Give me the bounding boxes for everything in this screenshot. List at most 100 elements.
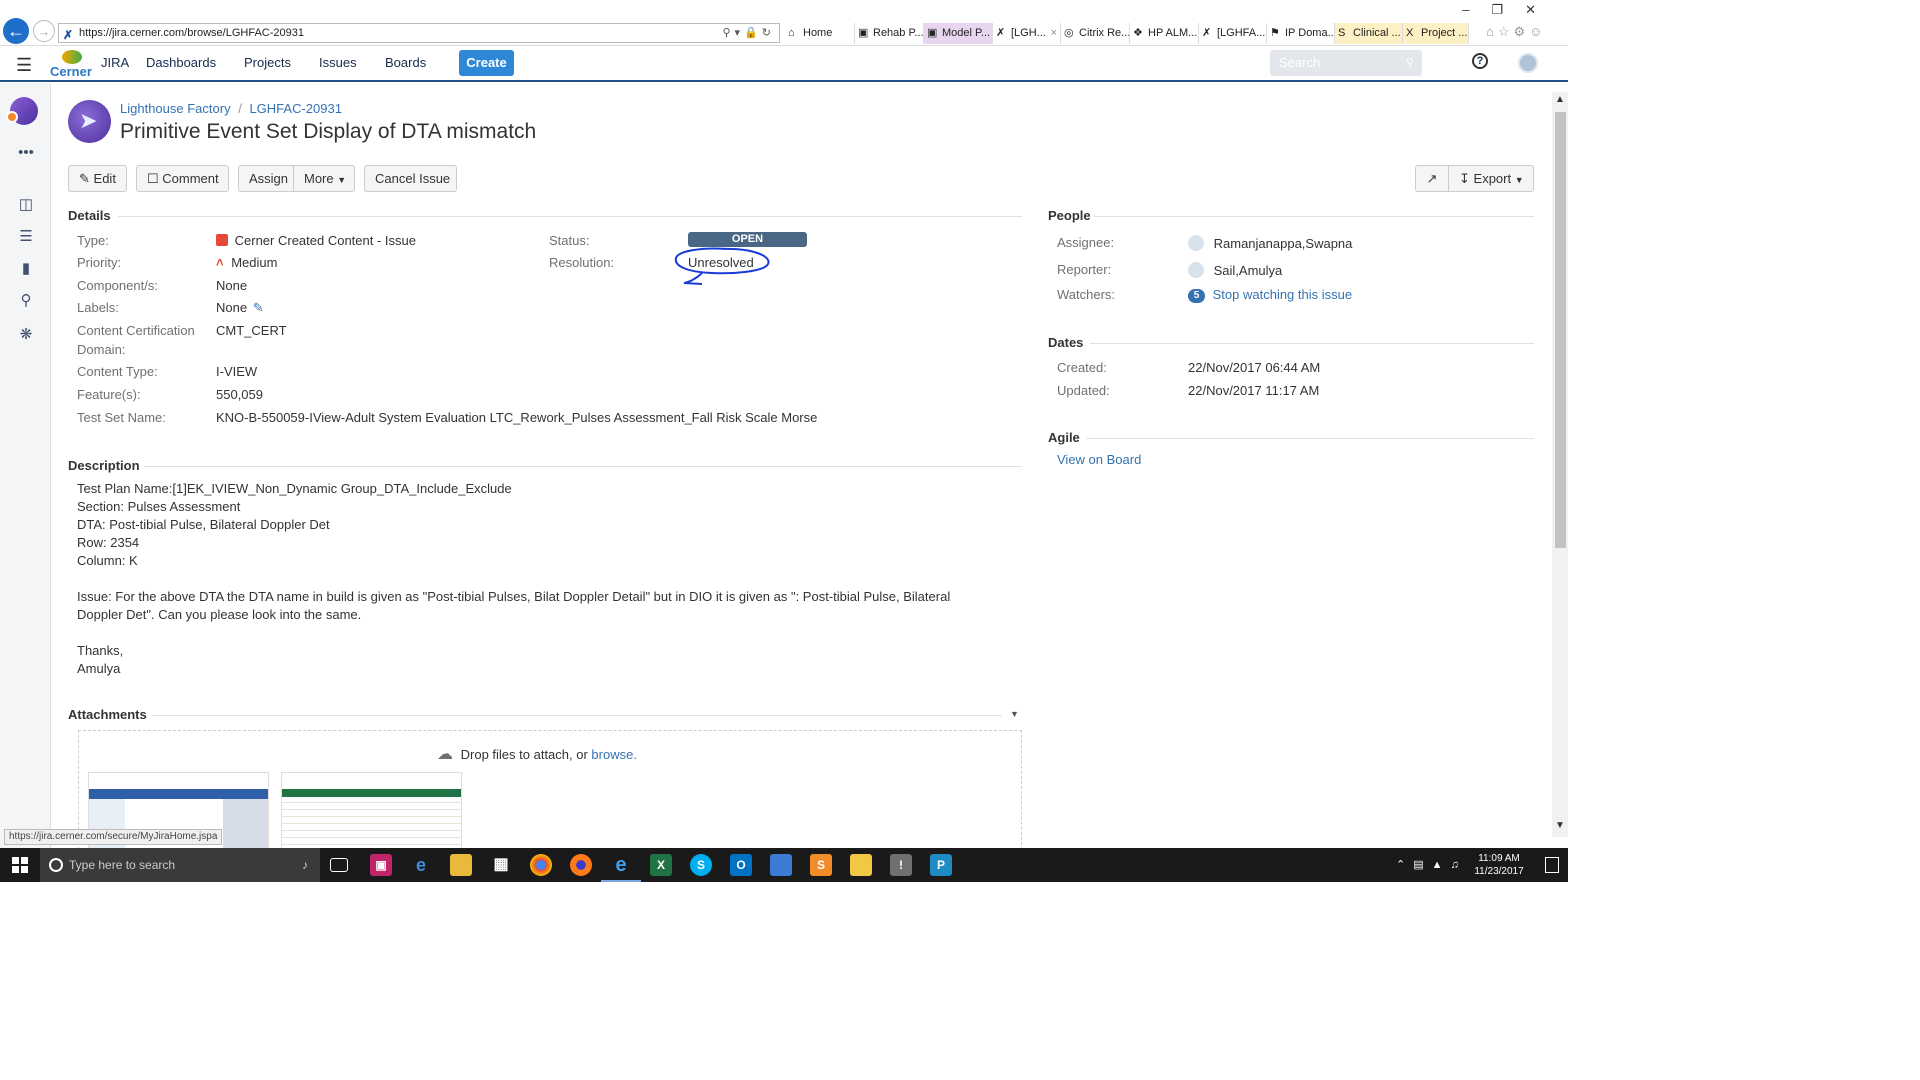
backlog-icon[interactable]: ☰ xyxy=(16,227,36,247)
browser-tab[interactable]: ❖ HP ALM... xyxy=(1130,23,1199,44)
scroll-up-icon[interactable]: ▲ xyxy=(1555,94,1565,105)
description-line: DTA: Post-tibial Pulse, Bilateral Dopple… xyxy=(77,517,330,532)
details-divider xyxy=(118,216,1022,217)
edit-button[interactable]: ✎ Edit xyxy=(68,165,127,192)
browser-tab[interactable]: ✗ [LGHFA... xyxy=(1199,23,1267,44)
hamburger-menu-icon[interactable]: ☰ xyxy=(16,55,32,76)
window-controls[interactable]: –❐✕ xyxy=(1462,2,1558,18)
skype-icon[interactable]: S xyxy=(690,854,712,876)
priority-value-text: Medium xyxy=(231,255,278,270)
reporter-value[interactable]: Sail,Amulya xyxy=(1188,262,1282,278)
browser-tab[interactable]: S Clinical ... xyxy=(1335,23,1403,44)
share-icon[interactable]: ↗ xyxy=(1415,165,1449,192)
browser-tab[interactable]: ◎ Citrix Re... xyxy=(1061,23,1130,44)
browser-tab[interactable]: ⚑ IP Doma... xyxy=(1267,23,1335,44)
export-button[interactable]: ↧ Export ▼ xyxy=(1448,165,1534,192)
microphone-icon[interactable]: ♪ xyxy=(302,848,308,882)
cerner-logo-text: Cerner xyxy=(50,64,92,79)
nav-boards[interactable]: Boards xyxy=(385,55,426,70)
browser-tab[interactable]: ⌂ Home xyxy=(785,23,855,44)
created-value: 22/Nov/2017 06:44 AM xyxy=(1188,360,1321,375)
nav-projects[interactable]: Projects xyxy=(244,55,291,70)
view-on-board-link[interactable]: View on Board xyxy=(1057,452,1141,467)
agile-heading: Agile xyxy=(1048,430,1080,445)
rehab-tab-icon: ▣ xyxy=(858,27,869,39)
test-set-label: Test Set Name: xyxy=(77,410,166,425)
edit-labels-icon[interactable]: ✎ xyxy=(253,300,264,315)
citrix-tab-icon: ◎ xyxy=(1064,27,1074,39)
home-tab-icon: ⌂ xyxy=(788,27,795,39)
page-scrollbar[interactable]: ▲ ▼ xyxy=(1552,92,1568,837)
taskbar-search-input[interactable]: Type here to search ♪ xyxy=(40,848,320,882)
browse-link[interactable]: browse. xyxy=(591,747,637,762)
onenote-icon[interactable]: ▣ xyxy=(370,854,392,876)
assignee-value[interactable]: Ramanjanappa,Swapna xyxy=(1188,235,1352,251)
comment-button[interactable]: ☐ Comment xyxy=(136,165,229,192)
sublime-icon[interactable]: S xyxy=(810,854,832,876)
pencil-icon: ✎ xyxy=(79,171,90,186)
more-button[interactable]: More ▼ xyxy=(293,165,355,192)
cerner-logo[interactable]: Cerner xyxy=(50,50,94,80)
task-view-icon[interactable] xyxy=(330,858,348,872)
browser-tab[interactable]: ✗ [LGH... × xyxy=(993,23,1061,44)
search-input[interactable]: Search ⚲ xyxy=(1270,50,1422,76)
notes-icon[interactable] xyxy=(850,854,872,876)
outlook-icon[interactable]: O xyxy=(730,854,752,876)
type-value-text: Cerner Created Content - Issue xyxy=(234,233,416,248)
store-icon[interactable]: ▦ xyxy=(490,854,512,876)
address-actions-icon[interactable]: ⚲▾🔒↻ xyxy=(723,24,776,42)
windows-start-icon[interactable] xyxy=(12,857,28,873)
user-avatar[interactable] xyxy=(1518,53,1538,73)
board-icon[interactable]: ◫ xyxy=(16,195,36,215)
dates-heading: Dates xyxy=(1048,335,1084,350)
labels-value[interactable]: None ✎ xyxy=(216,300,264,316)
edge-icon[interactable]: e xyxy=(410,854,432,876)
browser-tab-label: [LGHFA... xyxy=(1217,27,1266,39)
create-button[interactable]: Create xyxy=(459,50,514,76)
close-tab-icon[interactable]: × xyxy=(1051,23,1057,44)
help-icon[interactable]: ? xyxy=(1472,53,1488,69)
browser-tab[interactable]: ▣ Rehab P... xyxy=(855,23,924,44)
watchers-count-badge: 5 xyxy=(1188,289,1205,303)
taskbar-clock[interactable]: 11:09 AM 11/23/2017 xyxy=(1474,852,1524,878)
scrollbar-thumb[interactable] xyxy=(1555,112,1566,548)
notifications-icon[interactable] xyxy=(1545,857,1559,873)
issues-search-icon[interactable]: ⚲ xyxy=(16,291,36,311)
forward-arrow-icon[interactable]: → xyxy=(33,20,55,42)
dropzone-text: Drop files to attach, or xyxy=(460,747,588,762)
status-badge[interactable]: OPEN xyxy=(688,232,807,247)
breadcrumb-issue-key[interactable]: LGHFAC-20931 xyxy=(249,101,342,116)
attachment-thumbnail[interactable] xyxy=(281,772,462,850)
chevron-down-icon: ▼ xyxy=(337,175,347,185)
nav-issues[interactable]: Issues xyxy=(319,55,357,70)
watchers-value[interactable]: 5 Stop watching this issue xyxy=(1188,287,1352,303)
browser-tab[interactable]: X Project ... xyxy=(1403,23,1469,44)
stop-watching-link[interactable]: Stop watching this issue xyxy=(1213,287,1352,302)
nav-jira[interactable]: JIRA xyxy=(101,55,129,70)
browser-right-icons[interactable]: ⌂☆⚙☺ xyxy=(1486,24,1546,40)
chevron-down-icon: ▼ xyxy=(1514,175,1524,185)
nav-dashboards[interactable]: Dashboards xyxy=(146,55,216,70)
back-arrow-icon[interactable]: ← xyxy=(3,18,29,44)
chrome-icon[interactable] xyxy=(530,854,552,876)
address-bar[interactable]: ✗ https://jira.cerner.com/browse/LGHFAC-… xyxy=(58,23,780,43)
breadcrumb-project[interactable]: Lighthouse Factory xyxy=(120,101,231,116)
excel-icon[interactable]: X xyxy=(650,854,672,876)
internet-explorer-icon[interactable]: e xyxy=(601,854,641,882)
project-avatar[interactable] xyxy=(6,97,38,125)
firefox-icon[interactable] xyxy=(570,854,592,876)
app-icon[interactable]: ! xyxy=(890,854,912,876)
remote-desktop-icon[interactable] xyxy=(770,854,792,876)
description-line: Thanks, xyxy=(77,643,124,658)
attachments-options-icon[interactable]: ▼ xyxy=(1010,709,1019,719)
file-explorer-icon[interactable] xyxy=(450,854,472,876)
assign-button[interactable]: Assign xyxy=(238,165,294,192)
more-options-icon[interactable]: ••• xyxy=(16,143,36,163)
powerpoint-icon[interactable]: P xyxy=(930,854,952,876)
cancel-issue-button[interactable]: Cancel Issue xyxy=(364,165,457,192)
addons-icon[interactable]: ❋ xyxy=(16,325,36,345)
browser-tab[interactable]: ▣ Model P... xyxy=(924,23,993,44)
system-tray-icons[interactable]: ⌃▤▲♫ xyxy=(1396,858,1467,871)
reports-icon[interactable]: ▮ xyxy=(16,259,36,279)
scroll-down-icon[interactable]: ▼ xyxy=(1555,820,1565,831)
